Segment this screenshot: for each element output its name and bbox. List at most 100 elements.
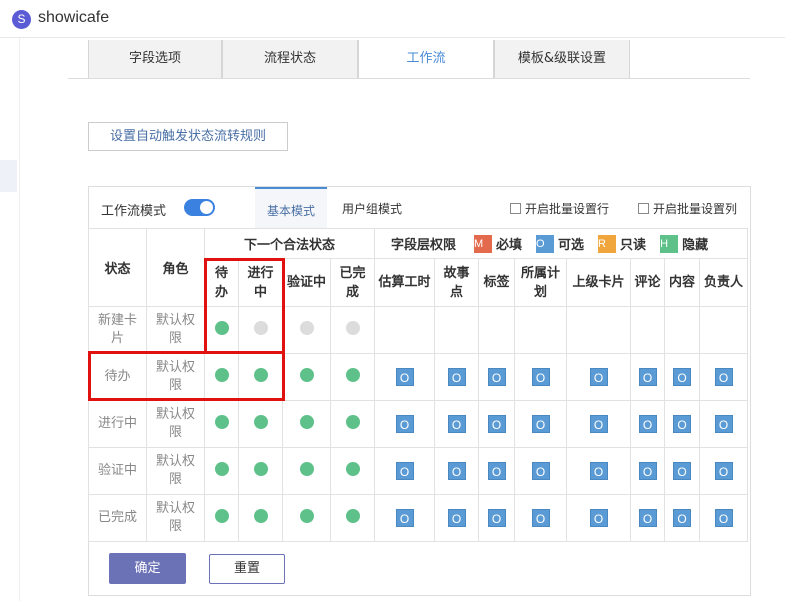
optional-badge-icon[interactable]: O: [589, 368, 608, 386]
transition-cell[interactable]: [204, 447, 239, 495]
permission-cell[interactable]: O: [699, 353, 748, 401]
permission-cell[interactable]: O: [514, 447, 567, 495]
optional-badge-icon[interactable]: O: [395, 509, 414, 527]
allowed-dot-icon[interactable]: [345, 415, 360, 429]
checkbox-box[interactable]: [510, 203, 521, 214]
permission-cell[interactable]: O: [374, 353, 435, 401]
permission-cell[interactable]: O: [478, 400, 515, 448]
optional-badge-icon[interactable]: O: [487, 415, 506, 433]
transition-cell[interactable]: [238, 400, 283, 448]
permission-cell[interactable]: O: [699, 494, 748, 542]
transition-cell[interactable]: [282, 353, 331, 401]
transition-cell[interactable]: [330, 400, 375, 448]
allowed-dot-icon[interactable]: [299, 509, 314, 523]
transition-cell[interactable]: [238, 353, 283, 401]
optional-badge-icon[interactable]: O: [589, 462, 608, 480]
permission-cell[interactable]: O: [699, 447, 748, 495]
allowed-dot-icon[interactable]: [214, 415, 229, 429]
transition-cell[interactable]: [330, 447, 375, 495]
optional-badge-icon[interactable]: O: [447, 462, 466, 480]
permission-cell[interactable]: O: [514, 494, 567, 542]
allowed-dot-icon[interactable]: [345, 462, 360, 476]
tab-field-options[interactable]: 字段选项: [88, 40, 222, 79]
optional-badge-icon[interactable]: O: [589, 509, 608, 527]
allowed-dot-icon[interactable]: [253, 415, 268, 429]
optional-badge-icon[interactable]: O: [673, 368, 691, 386]
allowed-dot-icon[interactable]: [345, 509, 360, 523]
optional-badge-icon[interactable]: O: [487, 509, 506, 527]
optional-badge-icon[interactable]: O: [487, 462, 506, 480]
permission-cell[interactable]: O: [514, 400, 567, 448]
transition-cell[interactable]: [204, 306, 239, 354]
reset-button[interactable]: 重置: [209, 554, 285, 584]
permission-cell[interactable]: O: [699, 400, 748, 448]
optional-badge-icon[interactable]: O: [531, 462, 550, 480]
permission-cell[interactable]: O: [478, 353, 515, 401]
permission-cell[interactable]: O: [374, 400, 435, 448]
permission-cell[interactable]: [374, 306, 435, 354]
allowed-dot-icon[interactable]: [299, 462, 314, 476]
transition-cell[interactable]: [204, 494, 239, 542]
allowed-dot-icon[interactable]: [214, 462, 229, 476]
optional-badge-icon[interactable]: O: [531, 368, 550, 386]
permission-cell[interactable]: [630, 306, 665, 354]
optional-badge-icon[interactable]: O: [447, 509, 466, 527]
optional-badge-icon[interactable]: O: [589, 415, 608, 433]
transition-cell[interactable]: [282, 447, 331, 495]
permission-cell[interactable]: O: [630, 400, 665, 448]
optional-badge-icon[interactable]: O: [395, 462, 414, 480]
tab-user-group-mode[interactable]: 用户组模式: [330, 187, 414, 228]
optional-badge-icon[interactable]: O: [673, 509, 691, 527]
allowed-dot-icon[interactable]: [253, 368, 268, 382]
permission-cell[interactable]: O: [374, 494, 435, 542]
optional-badge-icon[interactable]: O: [714, 415, 733, 433]
checkbox-box[interactable]: [638, 203, 649, 214]
transition-cell[interactable]: [238, 494, 283, 542]
permission-cell[interactable]: O: [434, 353, 479, 401]
optional-badge-icon[interactable]: O: [395, 368, 414, 386]
tab-workflow[interactable]: 工作流: [358, 40, 494, 79]
confirm-button[interactable]: 确定: [109, 553, 186, 584]
permission-cell[interactable]: O: [566, 494, 631, 542]
allowed-dot-icon[interactable]: [299, 415, 314, 429]
permission-cell[interactable]: O: [664, 400, 700, 448]
optional-badge-icon[interactable]: O: [531, 509, 550, 527]
transition-cell[interactable]: [330, 306, 375, 354]
transition-cell[interactable]: [282, 306, 331, 354]
permission-cell[interactable]: O: [478, 494, 515, 542]
permission-cell[interactable]: [566, 306, 631, 354]
permission-cell[interactable]: O: [664, 353, 700, 401]
transition-cell[interactable]: [282, 400, 331, 448]
permission-cell[interactable]: O: [664, 494, 700, 542]
permission-cell[interactable]: O: [514, 353, 567, 401]
allowed-dot-icon[interactable]: [214, 321, 229, 335]
permission-cell[interactable]: [664, 306, 700, 354]
optional-badge-icon[interactable]: O: [395, 415, 414, 433]
transition-cell[interactable]: [238, 447, 283, 495]
transition-cell[interactable]: [204, 400, 239, 448]
transition-cell[interactable]: [238, 306, 283, 354]
permission-cell[interactable]: O: [566, 447, 631, 495]
transition-cell[interactable]: [330, 494, 375, 542]
allowed-dot-icon[interactable]: [214, 368, 229, 382]
allowed-dot-icon[interactable]: [345, 368, 360, 382]
disallowed-dot-icon[interactable]: [299, 321, 314, 335]
permission-cell[interactable]: O: [566, 400, 631, 448]
optional-badge-icon[interactable]: O: [638, 462, 657, 480]
workflow-mode-toggle[interactable]: [184, 199, 215, 216]
allowed-dot-icon[interactable]: [253, 462, 268, 476]
optional-badge-icon[interactable]: O: [673, 415, 691, 433]
permission-cell[interactable]: O: [630, 494, 665, 542]
permission-cell[interactable]: O: [434, 400, 479, 448]
allowed-dot-icon[interactable]: [299, 368, 314, 382]
optional-badge-icon[interactable]: O: [638, 509, 657, 527]
batch-col-checkbox[interactable]: 开启批量设置列: [638, 200, 737, 217]
disallowed-dot-icon[interactable]: [253, 321, 268, 335]
transition-cell[interactable]: [204, 353, 239, 401]
optional-badge-icon[interactable]: O: [638, 415, 657, 433]
permission-cell[interactable]: [434, 306, 479, 354]
disallowed-dot-icon[interactable]: [345, 321, 360, 335]
auto-trigger-rule-button[interactable]: 设置自动触发状态流转规则: [88, 122, 288, 151]
optional-badge-icon[interactable]: O: [673, 462, 691, 480]
optional-badge-icon[interactable]: O: [447, 368, 466, 386]
